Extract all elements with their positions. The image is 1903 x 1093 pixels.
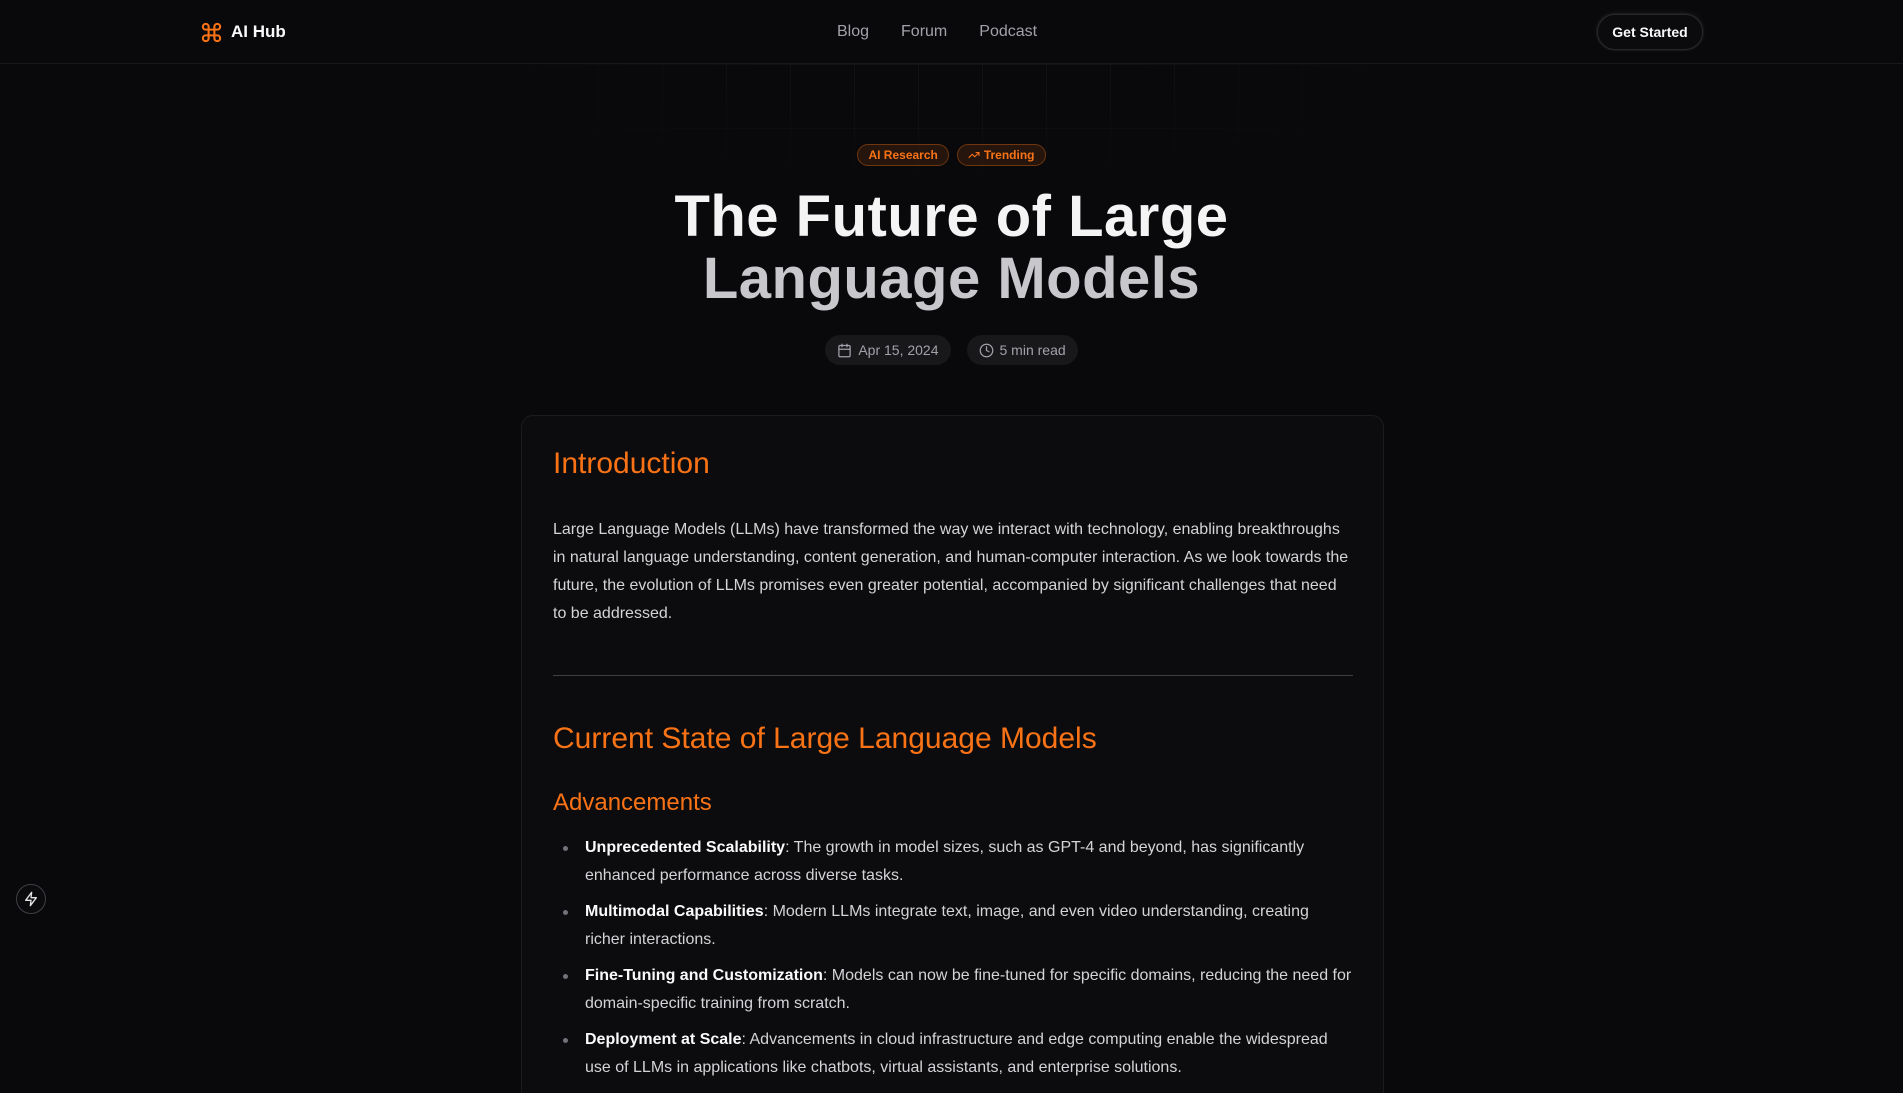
- get-started-button[interactable]: Get Started: [1597, 14, 1703, 50]
- list-item: Multimodal Capabilities: Modern LLMs int…: [553, 898, 1353, 954]
- nav-blog[interactable]: Blog: [837, 20, 869, 44]
- badge-ai-research[interactable]: AI Research: [857, 144, 949, 166]
- intro-paragraph: Large Language Models (LLMs) have transf…: [553, 521, 1349, 622]
- list-item: Deployment at Scale: Advancements in clo…: [553, 1026, 1353, 1082]
- site-header: AI Hub Blog Forum Podcast Get Started: [0, 0, 1903, 64]
- section-divider: [553, 675, 1353, 676]
- main-nav: Blog Forum Podcast: [837, 20, 1037, 44]
- badge-label: Trending: [983, 148, 1035, 162]
- list-item: Fine-Tuning and Customization: Models ca…: [553, 962, 1353, 1018]
- advancements-list: Unprecedented Scalability: The growth in…: [553, 834, 1353, 1090]
- lightning-icon: [23, 891, 39, 907]
- list-item: Unprecedented Scalability: The growth in…: [553, 834, 1353, 890]
- publish-date: Apr 15, 2024: [858, 342, 939, 358]
- hero-grid-background: [470, 64, 1430, 194]
- calendar-icon: [837, 343, 852, 358]
- advancements-heading: Advancements: [553, 789, 712, 816]
- list-item-term: Fine-Tuning and Customization: [585, 967, 823, 984]
- nav-forum[interactable]: Forum: [901, 20, 947, 44]
- trending-up-icon: [968, 149, 980, 161]
- list-item-term: Deployment at Scale: [585, 1031, 742, 1048]
- date-pill: Apr 15, 2024: [825, 335, 951, 365]
- read-time-pill: 5 min read: [966, 335, 1078, 365]
- article-card: Introduction Large Language Models (LLMs…: [521, 415, 1384, 1093]
- clock-icon: [979, 343, 994, 358]
- nav-podcast[interactable]: Podcast: [979, 20, 1037, 44]
- badge-label: AI Research: [868, 148, 938, 162]
- article-title: The Future of Large Language Models: [0, 186, 1903, 310]
- intro-heading: Introduction: [553, 447, 710, 480]
- article-meta: Apr 15, 2024 5 min read: [0, 335, 1903, 365]
- article-title-line-2: Language Models: [702, 246, 1201, 311]
- page: AI Hub Blog Forum Podcast Get Started AI…: [0, 0, 1903, 1093]
- article-title-line-1: The Future of Large: [674, 184, 1229, 249]
- badge-trending[interactable]: Trending: [956, 144, 1046, 166]
- article-badges: AI Research Trending: [0, 144, 1903, 166]
- lightning-button[interactable]: [16, 884, 46, 914]
- list-item-term: Unprecedented Scalability: [585, 839, 786, 856]
- logo-link[interactable]: AI Hub: [200, 20, 286, 44]
- list-item-term: Multimodal Capabilities: [585, 903, 764, 920]
- read-time: 5 min read: [999, 342, 1066, 358]
- command-icon: [200, 21, 223, 44]
- logo-text: AI Hub: [231, 22, 286, 41]
- current-state-heading: Current State of Large Language Models: [553, 722, 1097, 755]
